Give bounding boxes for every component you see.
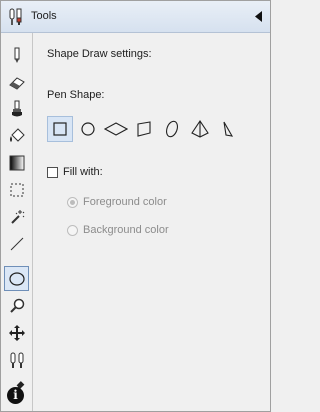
triangle-left-icon[interactable] — [255, 11, 263, 22]
foreground-color-radio[interactable] — [67, 197, 78, 208]
line-tool[interactable] — [4, 231, 29, 256]
fill-with-label: Fill with: — [63, 166, 103, 178]
ellipse-tool[interactable] — [4, 266, 29, 291]
parallelogram-icon — [137, 121, 151, 137]
background-color-label: Background color — [83, 224, 169, 236]
shape-square-button[interactable] — [47, 116, 73, 142]
clone-stamp-tool[interactable] — [4, 347, 29, 372]
settings-pane: Shape Draw settings: Pen Shape: Fill wit… — [7, 33, 270, 411]
zoom-icon — [9, 298, 24, 313]
shape-circle-button[interactable] — [75, 116, 101, 142]
foreground-color-label: Foreground color — [83, 196, 167, 208]
tools-icon — [9, 8, 22, 25]
gradient-tool[interactable] — [4, 150, 29, 175]
gradient-icon — [9, 155, 24, 170]
zoom-tool[interactable] — [4, 293, 29, 318]
triangle-icon — [223, 121, 234, 137]
tilted-ellipse-icon — [166, 120, 178, 138]
magic-wand-tool[interactable] — [4, 204, 29, 229]
fill-with-checkbox[interactable] — [47, 167, 58, 178]
pencil-tool[interactable] — [4, 42, 29, 67]
paint-bucket-tool[interactable] — [4, 123, 29, 148]
magic-wand-icon — [10, 209, 24, 224]
square-icon — [53, 122, 67, 136]
background-color-radio[interactable] — [67, 225, 78, 236]
eraser-icon — [8, 76, 25, 90]
move-icon — [8, 324, 25, 341]
paint-bucket-icon — [9, 127, 25, 142]
rectangle-select-icon — [10, 183, 23, 196]
settings-heading: Shape Draw settings: — [47, 48, 152, 60]
line-icon — [10, 237, 23, 250]
paint-brush-icon — [11, 100, 22, 116]
shape-parallelogram-button[interactable] — [131, 116, 157, 142]
tool-strip — [1, 33, 33, 411]
clone-stamp-icon — [10, 352, 23, 368]
diamond-icon — [104, 122, 128, 136]
paint-brush-tool[interactable] — [4, 96, 29, 121]
tools-panel: Tools Shape Draw settings: Pen Shape: Fi… — [0, 0, 271, 412]
circle-icon — [81, 122, 95, 136]
shape-pyramid-button[interactable] — [187, 116, 213, 142]
panel-title: Tools — [31, 10, 57, 22]
ellipse-icon — [8, 271, 25, 286]
shape-triangle-button[interactable] — [215, 116, 241, 142]
title-bar: Tools — [1, 1, 270, 33]
shape-diamond-button[interactable] — [103, 116, 129, 142]
pencil-icon — [14, 47, 19, 63]
eraser-tool[interactable] — [4, 69, 29, 94]
shape-ellipse-button[interactable] — [159, 116, 185, 142]
rectangle-select-tool[interactable] — [4, 177, 29, 202]
move-tool[interactable] — [4, 320, 29, 345]
info-icon[interactable]: i — [7, 387, 24, 404]
pen-shape-label: Pen Shape: — [47, 89, 105, 101]
pyramid-icon — [191, 120, 209, 138]
